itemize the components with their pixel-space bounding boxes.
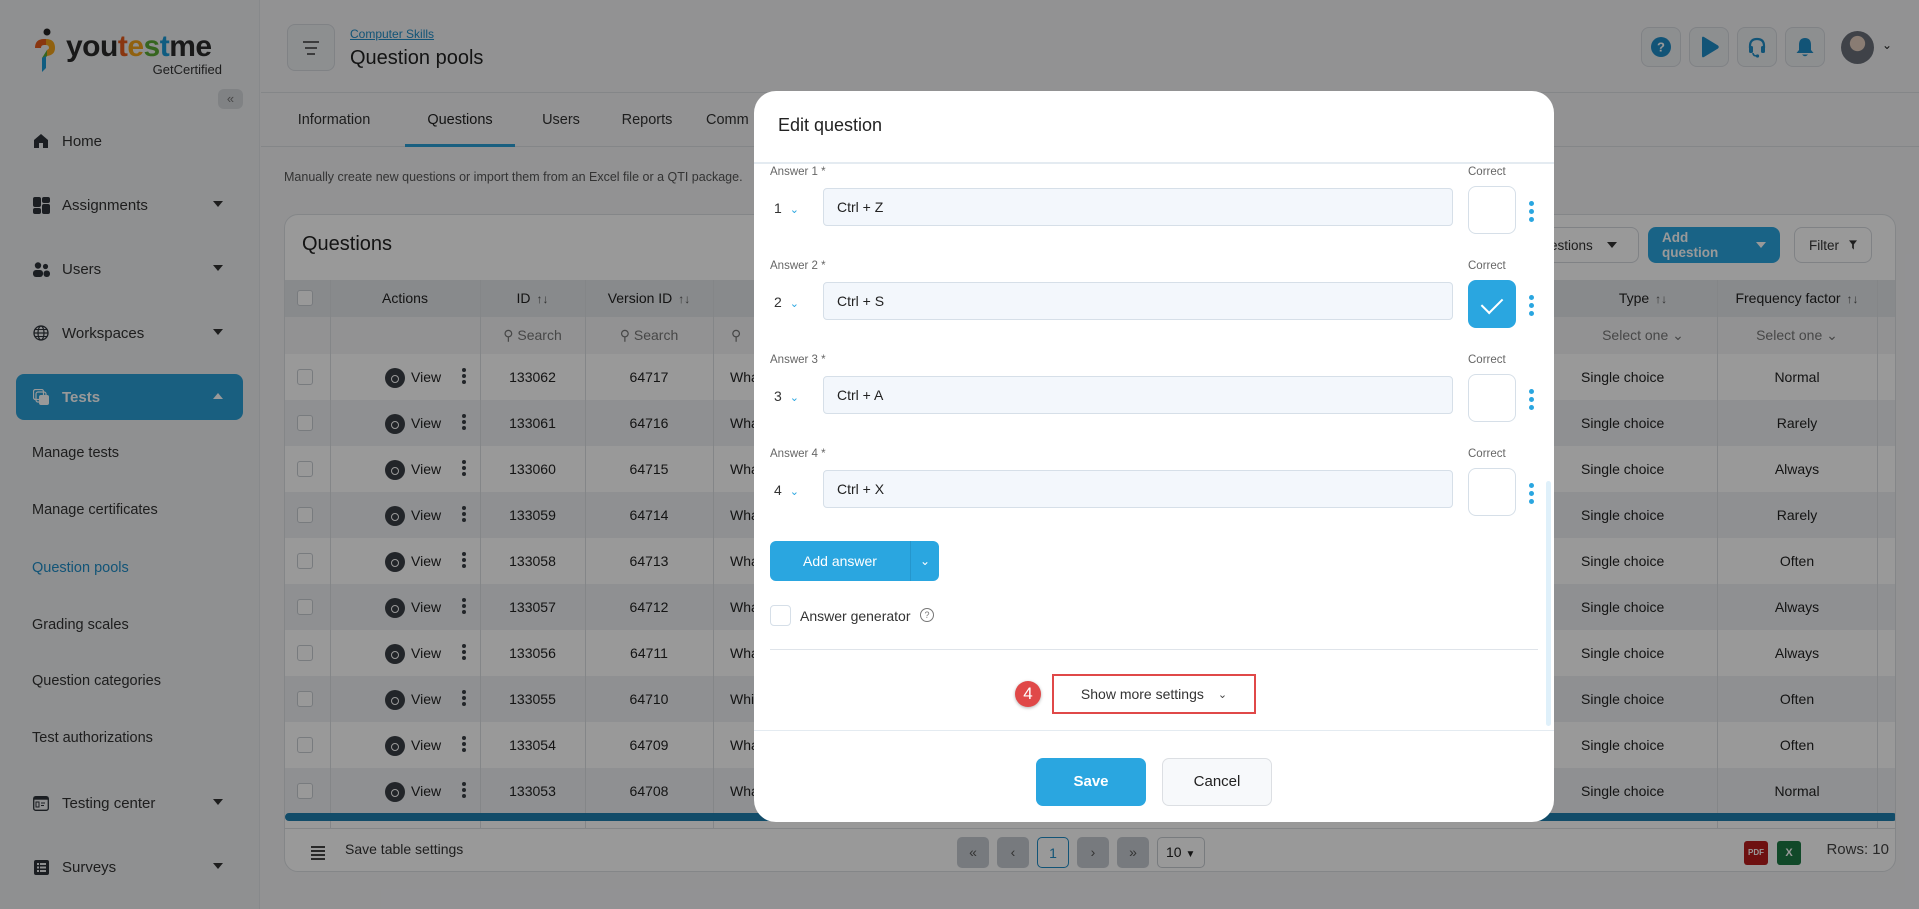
correct-label: Correct	[1468, 354, 1506, 366]
answer-options-menu-icon[interactable]	[1529, 389, 1534, 413]
chevron-down-icon: ⌄	[789, 486, 800, 498]
correct-label: Correct	[1468, 166, 1506, 178]
save-button[interactable]: Save	[1036, 758, 1146, 806]
chevron-down-icon: ⌄	[1217, 688, 1228, 701]
header-divider	[754, 162, 1554, 164]
answer-text-input[interactable]	[823, 376, 1453, 414]
cancel-button[interactable]: Cancel	[1162, 758, 1272, 806]
answer-label: Answer 2 *	[770, 260, 826, 272]
show-more-label: Show more settings	[1080, 686, 1204, 702]
chevron-down-icon: ⌄	[789, 298, 800, 310]
answer-text-input[interactable]	[823, 470, 1453, 508]
answer-options-menu-icon[interactable]	[1529, 201, 1534, 225]
correct-label: Correct	[1468, 448, 1506, 460]
edit-question-dialog: Edit question Answer 1 *Correct1⌄Answer …	[754, 91, 1554, 822]
answer-order-value: 4	[774, 482, 782, 498]
answer-label: Answer 3 *	[770, 354, 826, 366]
add-answer-button[interactable]: Add answer ⌄	[770, 541, 939, 581]
dialog-title: Edit question	[778, 115, 883, 135]
chevron-down-icon: ⌄	[789, 392, 800, 404]
answer-generator-label: Answer generator	[800, 608, 911, 624]
show-more-settings-button[interactable]: Show more settings ⌄	[1052, 674, 1256, 714]
chevron-down-icon: ⌄	[789, 204, 800, 216]
step-number-badge: 4	[1015, 681, 1041, 707]
add-answer-label: Add answer	[803, 553, 877, 569]
answer-label: Answer 1 *	[770, 166, 826, 178]
answer-order-select[interactable]: 3 ⌄	[774, 388, 799, 404]
correct-checkbox[interactable]	[1468, 374, 1516, 422]
section-divider	[770, 649, 1538, 650]
correct-label: Correct	[1468, 260, 1506, 272]
answer-order-value: 1	[774, 200, 782, 216]
answer-order-value: 2	[774, 294, 782, 310]
answer-text-input[interactable]	[823, 188, 1453, 226]
chevron-down-icon[interactable]: ⌄	[911, 554, 939, 568]
correct-checkbox[interactable]	[1468, 280, 1516, 328]
answer-options-menu-icon[interactable]	[1529, 295, 1534, 319]
answer-text-input[interactable]	[823, 282, 1453, 320]
help-circle-icon[interactable]: ?	[920, 608, 934, 622]
answer-order-value: 3	[774, 388, 782, 404]
answer-order-select[interactable]: 4 ⌄	[774, 482, 799, 498]
correct-checkbox[interactable]	[1468, 186, 1516, 234]
answer-generator-checkbox[interactable]	[770, 605, 791, 626]
answer-order-select[interactable]: 2 ⌄	[774, 294, 799, 310]
dialog-scrollbar[interactable]	[1546, 481, 1551, 726]
correct-checkbox[interactable]	[1468, 468, 1516, 516]
answer-order-select[interactable]: 1 ⌄	[774, 200, 799, 216]
footer-divider	[754, 730, 1554, 731]
answer-options-menu-icon[interactable]	[1529, 483, 1534, 507]
answer-label: Answer 4 *	[770, 448, 826, 460]
